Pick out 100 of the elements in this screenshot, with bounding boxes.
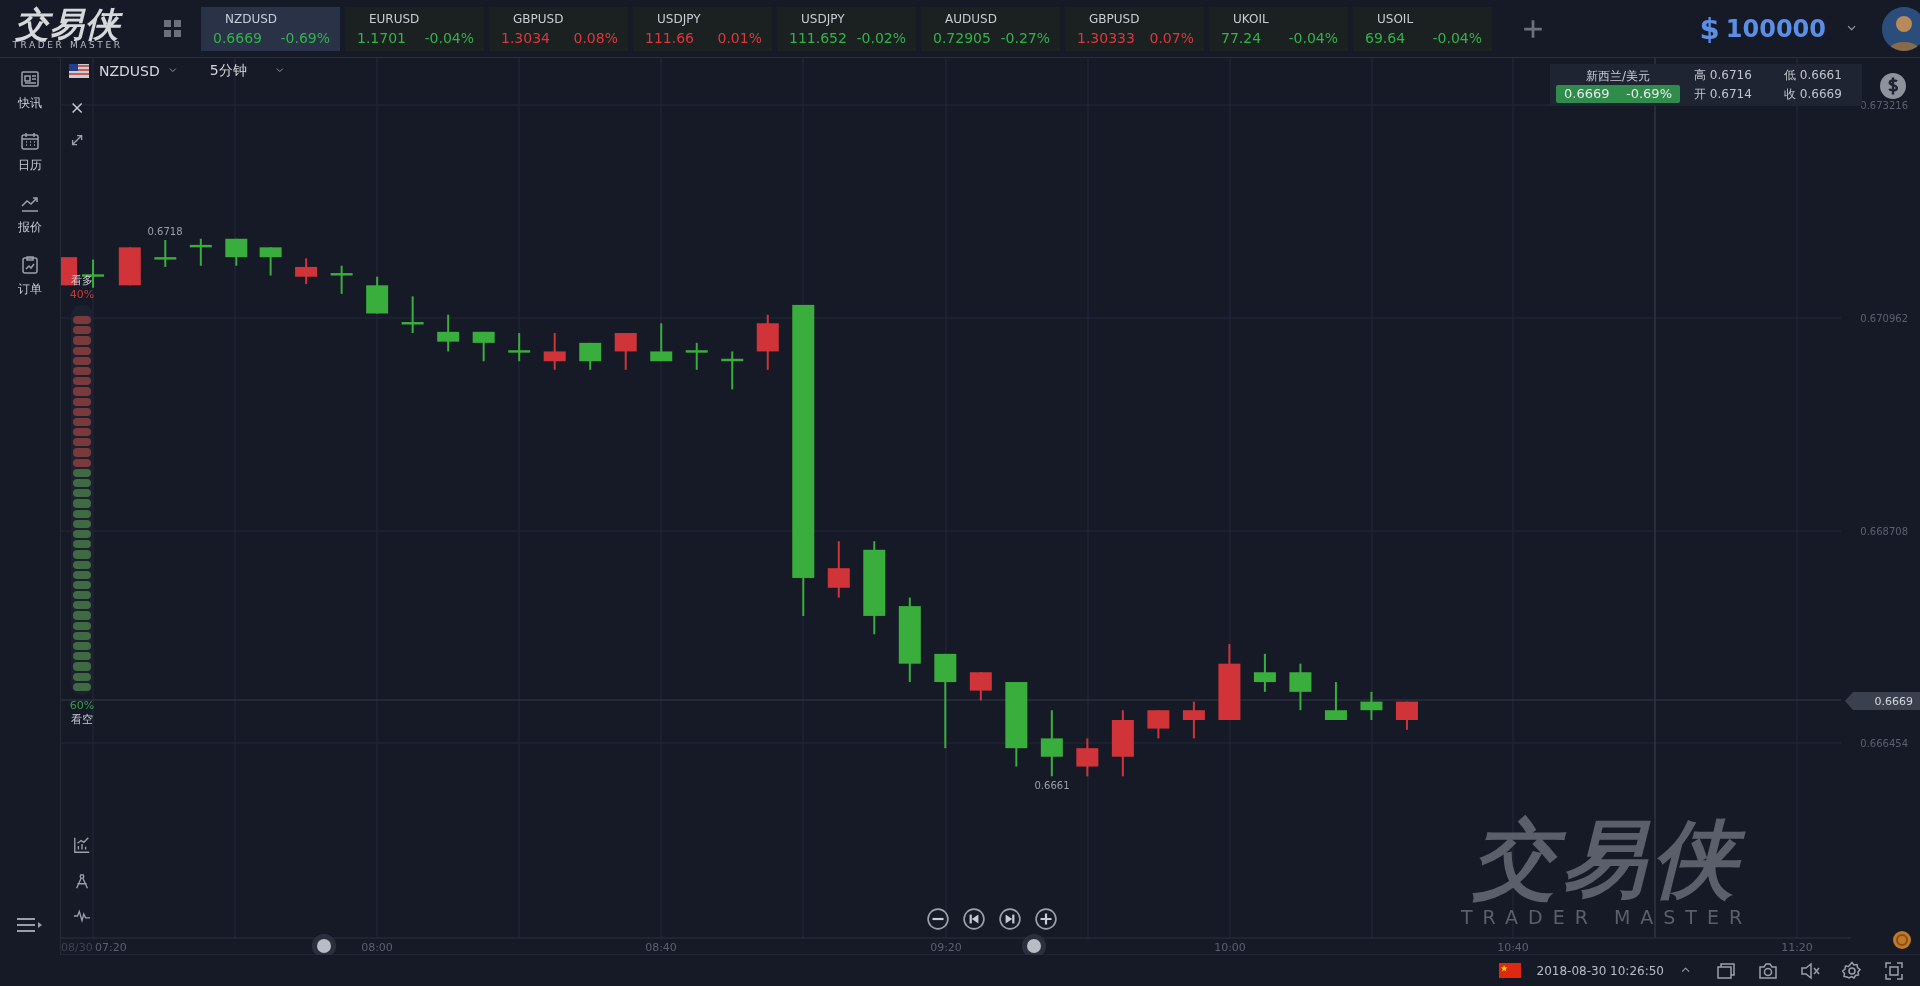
axis-label: 0.666454 xyxy=(1860,738,1908,749)
ticker-tab[interactable]: USDJPY 111.66 0.01% xyxy=(633,6,772,51)
add-icon xyxy=(1522,17,1544,40)
ticker-tab[interactable]: GBPUSD 1.3034 0.08% xyxy=(489,6,628,51)
flag-icon xyxy=(69,64,89,78)
fullscreen-button[interactable] xyxy=(1884,960,1904,981)
stat-text: 开 0.6714 xyxy=(1694,86,1753,103)
ticker-tab[interactable]: USOIL 69.64 -0.04% xyxy=(1353,6,1492,51)
price-tag: 0.6669 xyxy=(1845,692,1920,710)
candle xyxy=(401,295,424,335)
ticker-quote: 1.30333 0.07% xyxy=(1077,28,1194,48)
drawing-tool-button[interactable] xyxy=(73,872,91,890)
axis-label: 08:40 xyxy=(645,941,677,954)
indicator-button[interactable] xyxy=(73,836,91,854)
pair-name: 新西兰/美元 xyxy=(1585,67,1650,85)
candle xyxy=(1360,690,1383,721)
mute-icon xyxy=(1800,960,1820,981)
axis-label: 10:00 xyxy=(1214,941,1246,954)
candle xyxy=(154,239,177,268)
candle xyxy=(118,246,141,287)
bearish-percent: 60% xyxy=(69,698,95,712)
skip-back-icon xyxy=(963,908,985,930)
candle xyxy=(543,332,566,371)
candle xyxy=(827,540,850,599)
stat-text: 高 0.6716 xyxy=(1694,67,1753,84)
low-label: 0.6661 xyxy=(1034,780,1070,791)
calendar-icon xyxy=(20,131,40,151)
candle xyxy=(756,313,779,371)
candle xyxy=(295,257,318,286)
menu-icon xyxy=(16,915,44,935)
ticker-tab[interactable]: GBPUSD 1.30333 0.07% xyxy=(1065,6,1204,51)
bar-chart-icon xyxy=(73,836,91,854)
balance-button[interactable]: $ 100000 xyxy=(1699,11,1860,46)
next-button[interactable] xyxy=(999,908,1021,930)
ticker-quote: 111.66 0.01% xyxy=(645,28,762,48)
interval-dropdown[interactable]: 5分钟 xyxy=(209,62,287,80)
ticker-tab[interactable]: UKOIL 77.24 -0.04% xyxy=(1209,6,1348,51)
dollar-icon xyxy=(1880,73,1906,99)
avatar[interactable] xyxy=(1882,6,1920,51)
ticker-tab[interactable]: AUDUSD 0.72905 -0.27% xyxy=(921,6,1060,51)
ticker-quote: 1.1701 -0.04% xyxy=(357,28,474,48)
candle xyxy=(1289,662,1312,712)
clipboard-icon xyxy=(20,255,40,275)
plus-icon xyxy=(1035,908,1057,930)
stat-text: 收 0.6669 xyxy=(1784,86,1843,103)
fullscreen-icon xyxy=(1884,960,1904,981)
ticker-quote: 111.652 -0.02% xyxy=(789,28,906,48)
candle xyxy=(225,237,248,267)
sidebar-item[interactable]: 报价 xyxy=(18,193,42,255)
currency-button[interactable] xyxy=(1880,73,1906,99)
candle xyxy=(579,341,602,371)
candle xyxy=(472,330,495,363)
mute-button[interactable] xyxy=(1800,960,1820,981)
zoom-out-button[interactable] xyxy=(927,908,949,930)
axis-label: 09:20 xyxy=(930,941,962,954)
watermark-subtitle: TRADER MASTER xyxy=(1461,905,1753,929)
ticker-tab[interactable]: EURUSD 1.1701 -0.04% xyxy=(345,6,484,51)
candle xyxy=(721,350,744,391)
skip-forward-icon xyxy=(999,908,1021,930)
candle xyxy=(1111,709,1134,778)
candle xyxy=(1395,700,1418,731)
sidebar-item[interactable]: 日历 xyxy=(18,131,42,193)
zoom-in-button[interactable] xyxy=(1035,908,1057,930)
windows-icon xyxy=(1716,960,1736,981)
ticker-quote: 1.3034 0.08% xyxy=(501,28,618,48)
axis-label: 0.668708 xyxy=(1860,526,1908,537)
axis-label: 08:00 xyxy=(361,941,393,954)
windows-button[interactable] xyxy=(1716,960,1736,981)
symbol-dropdown[interactable]: NZDUSD xyxy=(99,63,180,79)
candle xyxy=(614,332,637,371)
ticker-tab[interactable]: USDJPY 111.652 -0.02% xyxy=(777,6,916,51)
candle xyxy=(366,275,389,315)
candle xyxy=(650,322,673,363)
settings-button[interactable] xyxy=(1842,960,1862,981)
ticker-quote: 0.72905 -0.27% xyxy=(933,28,1050,48)
sidebar-item[interactable]: 快讯 xyxy=(18,69,42,131)
sidebar-item[interactable]: 订单 xyxy=(18,255,42,317)
candle xyxy=(508,332,531,363)
candle xyxy=(259,246,282,277)
ticker-tab[interactable]: NZDUSD 0.6669 -0.69% xyxy=(201,6,340,51)
axis-label: 0.670962 xyxy=(1860,313,1908,324)
flag-icon xyxy=(1498,963,1521,978)
bullish-percent: 40% xyxy=(69,288,95,301)
compass-icon xyxy=(73,872,91,890)
candle xyxy=(685,341,708,371)
datetime-text: 2018-08-30 10:26:50 xyxy=(1536,963,1664,978)
candle xyxy=(330,264,353,295)
axis-label: 11:20 xyxy=(1781,941,1813,954)
stat-text: 低 0.6661 xyxy=(1784,67,1843,84)
bearish-label: 看空 xyxy=(71,711,93,727)
logo-subtitle: TRADER MASTER xyxy=(12,40,123,51)
previous-button[interactable] xyxy=(963,908,985,930)
ticker-quote: 69.64 -0.04% xyxy=(1365,28,1482,48)
axis-label: 10:40 xyxy=(1497,941,1529,954)
screenshot-button[interactable] xyxy=(1758,960,1778,981)
high-label: 0.6718 xyxy=(147,226,183,237)
camera-icon xyxy=(1758,960,1778,981)
newspaper-icon xyxy=(20,69,40,89)
price-chip: 0.6669 -0.69% xyxy=(1556,84,1680,103)
minus-icon xyxy=(927,908,949,930)
